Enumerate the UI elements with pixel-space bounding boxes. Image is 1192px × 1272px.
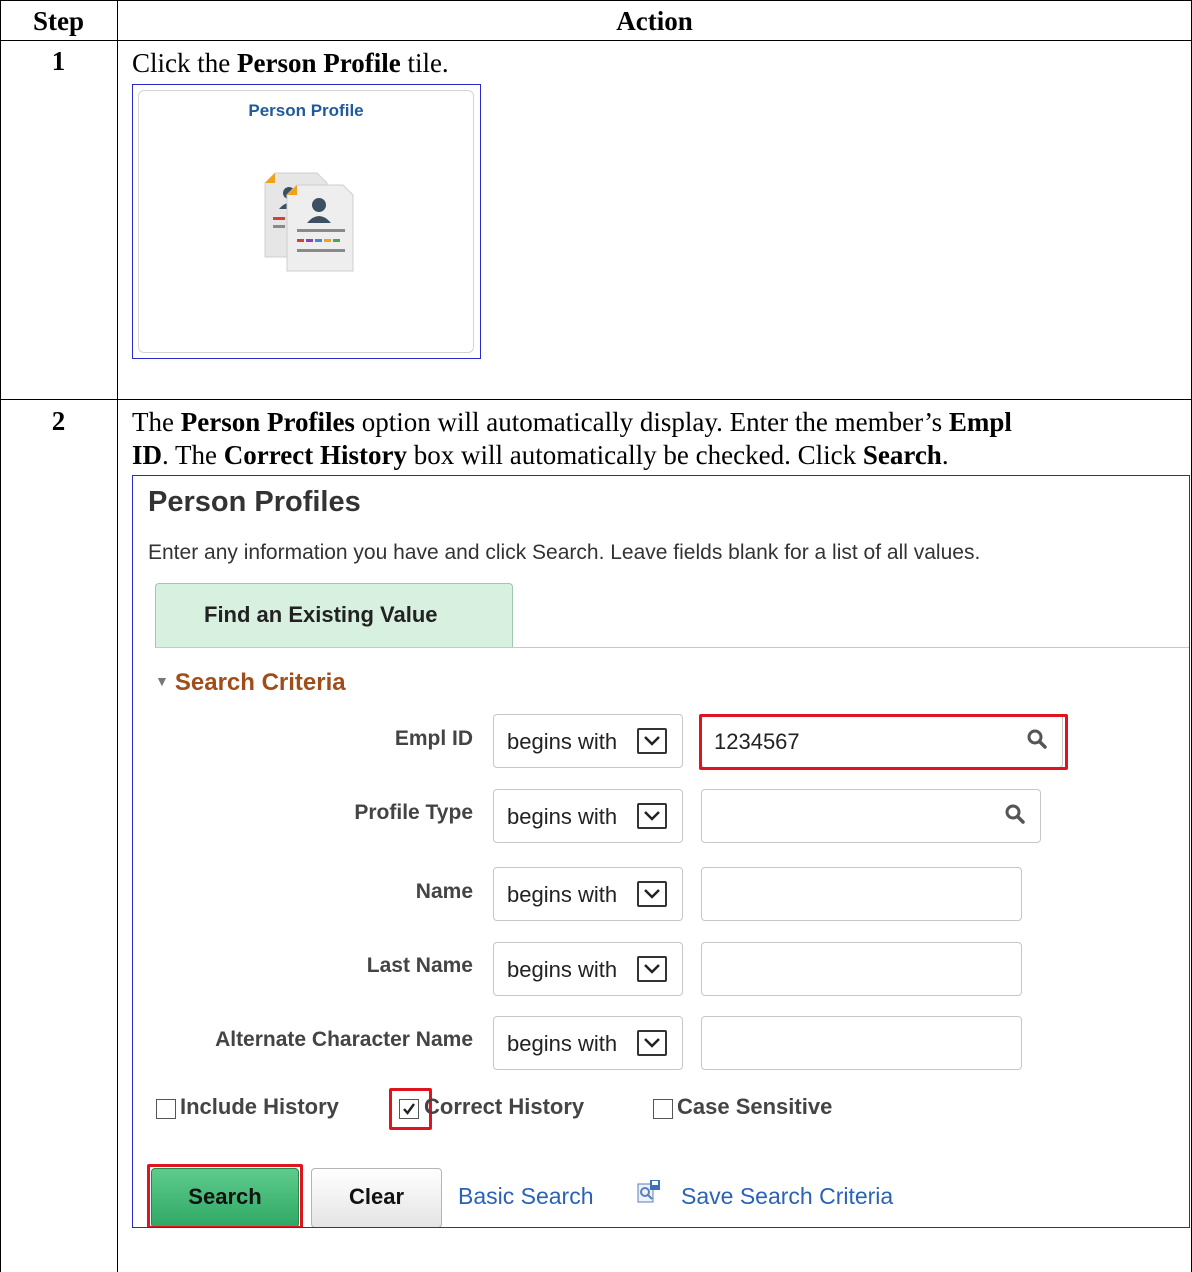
- header-step: Step: [32, 6, 84, 36]
- clear-button-label: Clear: [348, 1184, 405, 1209]
- step-number-1: 1: [51, 46, 66, 76]
- dropdown-chevron-icon: [637, 1030, 667, 1056]
- person-profile-tile-icon: [257, 167, 357, 282]
- name-input[interactable]: [701, 867, 1022, 921]
- tile-title: Person Profile: [248, 101, 364, 120]
- include-history-label: Include History: [180, 1094, 339, 1119]
- step-2-bold-id: ID: [132, 440, 163, 470]
- alternate-character-name-operator-select[interactable]: begins with: [493, 1016, 683, 1070]
- step-2-text: The: [132, 407, 181, 437]
- table-column-divider: [117, 0, 118, 1272]
- dropdown-chevron-icon: [637, 881, 667, 907]
- operator-value: begins with: [507, 882, 618, 907]
- case-sensitive-checkbox[interactable]: [653, 1099, 673, 1119]
- step-1-text-post: tile.: [400, 48, 449, 78]
- step-2-bold-correct-history: Correct History: [223, 440, 407, 470]
- search-instructions: Enter any information you have and click…: [148, 541, 981, 564]
- person-profiles-search-screenshot: Person Profiles Enter any information yo…: [132, 475, 1190, 1228]
- dropdown-chevron-icon: [637, 956, 667, 982]
- save-search-criteria-link[interactable]: Save Search Criteria: [681, 1183, 893, 1210]
- empl-id-label: Empl ID: [394, 727, 473, 750]
- step-1-text-bold: Person Profile: [236, 48, 401, 78]
- name-operator-select[interactable]: begins with: [493, 867, 683, 921]
- operator-value: begins with: [507, 804, 618, 829]
- search-lookup-icon[interactable]: [1004, 803, 1026, 830]
- profile-type-input[interactable]: [701, 789, 1041, 843]
- step-2-bold-empl: Empl: [948, 407, 1012, 437]
- last-name-input[interactable]: [701, 942, 1022, 996]
- procedure-table: Step Action 1 Click the Person Profile t…: [0, 0, 1192, 1272]
- last-name-label: Last Name: [366, 954, 473, 977]
- save-search-icon: [635, 1179, 661, 1210]
- search-button-highlight: [147, 1164, 303, 1227]
- correct-history-label: Correct History: [424, 1094, 585, 1119]
- search-criteria-label: Search Criteria: [174, 669, 346, 696]
- alternate-character-name-input[interactable]: [701, 1016, 1022, 1070]
- operator-value: begins with: [507, 957, 618, 982]
- person-profile-tile-screenshot: Person Profile: [132, 84, 481, 359]
- step-2-instruction-line1: The Person Profiles option will automati…: [132, 407, 1012, 438]
- include-history-checkbox[interactable]: [156, 1099, 176, 1119]
- table-row-divider: [0, 399, 1192, 400]
- step-2-text: .: [941, 440, 949, 470]
- page-title: Person Profiles: [148, 486, 361, 518]
- profile-type-label: Profile Type: [354, 801, 473, 824]
- tab-label: Find an Existing Value: [204, 602, 438, 627]
- step-2-instruction-line2: ID. The Correct History box will automat…: [132, 440, 949, 471]
- step-number-2: 2: [51, 406, 66, 436]
- empl-id-operator-select[interactable]: begins with: [493, 714, 683, 768]
- table-border-top: [0, 0, 1192, 1]
- dropdown-chevron-icon: [637, 803, 667, 829]
- name-label: Name: [415, 880, 473, 903]
- table-header-divider: [0, 40, 1192, 41]
- step-2-bold-search: Search: [862, 440, 942, 470]
- collapse-triangle-icon: ▼: [155, 672, 169, 689]
- alternate-character-name-label: Alternate Character Name: [215, 1028, 473, 1051]
- step-2-text: . The: [162, 440, 224, 470]
- step-2-text: box will automatically be checked. Click: [406, 440, 863, 470]
- basic-search-link[interactable]: Basic Search: [458, 1183, 594, 1210]
- step-1-text-pre: Click the: [132, 48, 237, 78]
- header-action: Action: [616, 6, 693, 36]
- search-criteria-header[interactable]: ▼ Search Criteria: [155, 669, 346, 697]
- case-sensitive-label: Case Sensitive: [677, 1094, 833, 1119]
- last-name-operator-select[interactable]: begins with: [493, 942, 683, 996]
- empl-id-highlight: [699, 714, 1068, 770]
- tab-divider: [155, 647, 1189, 648]
- dropdown-chevron-icon: [637, 728, 667, 754]
- person-profile-tile[interactable]: Person Profile: [138, 90, 474, 353]
- operator-value: begins with: [507, 1031, 618, 1056]
- step-2-text: option will automatically display. Enter…: [354, 407, 949, 437]
- profile-type-operator-select[interactable]: begins with: [493, 789, 683, 843]
- step-1-instruction: Click the Person Profile tile.: [132, 48, 449, 79]
- clear-button[interactable]: Clear: [311, 1168, 442, 1227]
- tab-find-existing-value[interactable]: Find an Existing Value: [155, 583, 513, 647]
- table-border-left: [0, 0, 1, 1272]
- step-2-bold-person-profiles: Person Profiles: [180, 407, 355, 437]
- operator-value: begins with: [507, 729, 618, 754]
